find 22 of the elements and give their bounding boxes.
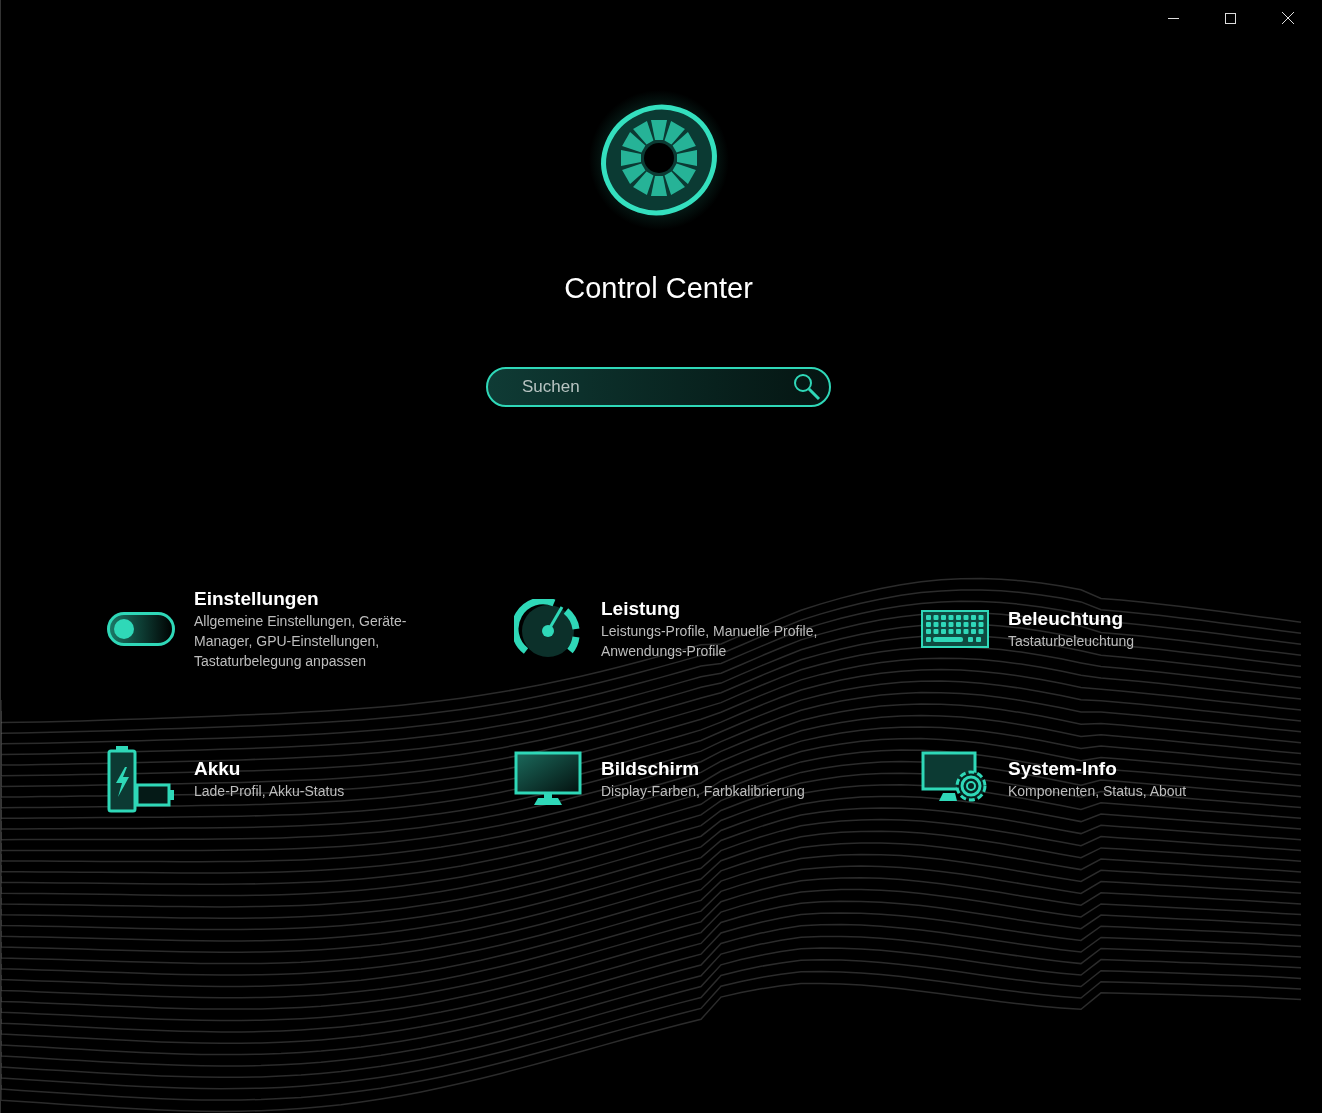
category-link[interactable]: System-Info — [1008, 757, 1258, 781]
category-description: Komponenten, Status, About — [1008, 782, 1188, 801]
category-description: Lade-Profil, Akku-Status — [194, 782, 346, 801]
category-description: Leistungs-Profile, Manuelle Profile, Anwendungs-Profile — [601, 622, 819, 661]
toggle-icon — [107, 612, 175, 646]
keyboard-icon — [921, 610, 989, 648]
category-link[interactable]: Einstellungen — [194, 587, 444, 611]
category-link[interactable]: Leistung — [601, 597, 851, 621]
close-icon — [1281, 12, 1294, 24]
category-description: Tastaturbeleuchtung — [1008, 632, 1136, 651]
category-link[interactable]: Bildschirm — [601, 757, 851, 781]
monitor-icon — [514, 751, 582, 807]
category-description: Allgemeine Einstellungen, Geräte-Manager, GPU-Einstellungen, Tastaturbelegung anpassen — [194, 612, 408, 671]
category-link[interactable]: Beleuchtung — [1008, 607, 1258, 631]
category-link[interactable]: Akku — [194, 757, 444, 781]
battery-icon — [107, 745, 175, 813]
category-description: Display-Farben, Farbkalibrierung — [601, 782, 806, 801]
maximize-icon — [1225, 12, 1236, 24]
gauge-icon — [514, 599, 582, 659]
search-icon — [791, 372, 821, 402]
window-title: Control Center — [564, 274, 753, 303]
search-field[interactable]: Suchen — [486, 367, 831, 407]
